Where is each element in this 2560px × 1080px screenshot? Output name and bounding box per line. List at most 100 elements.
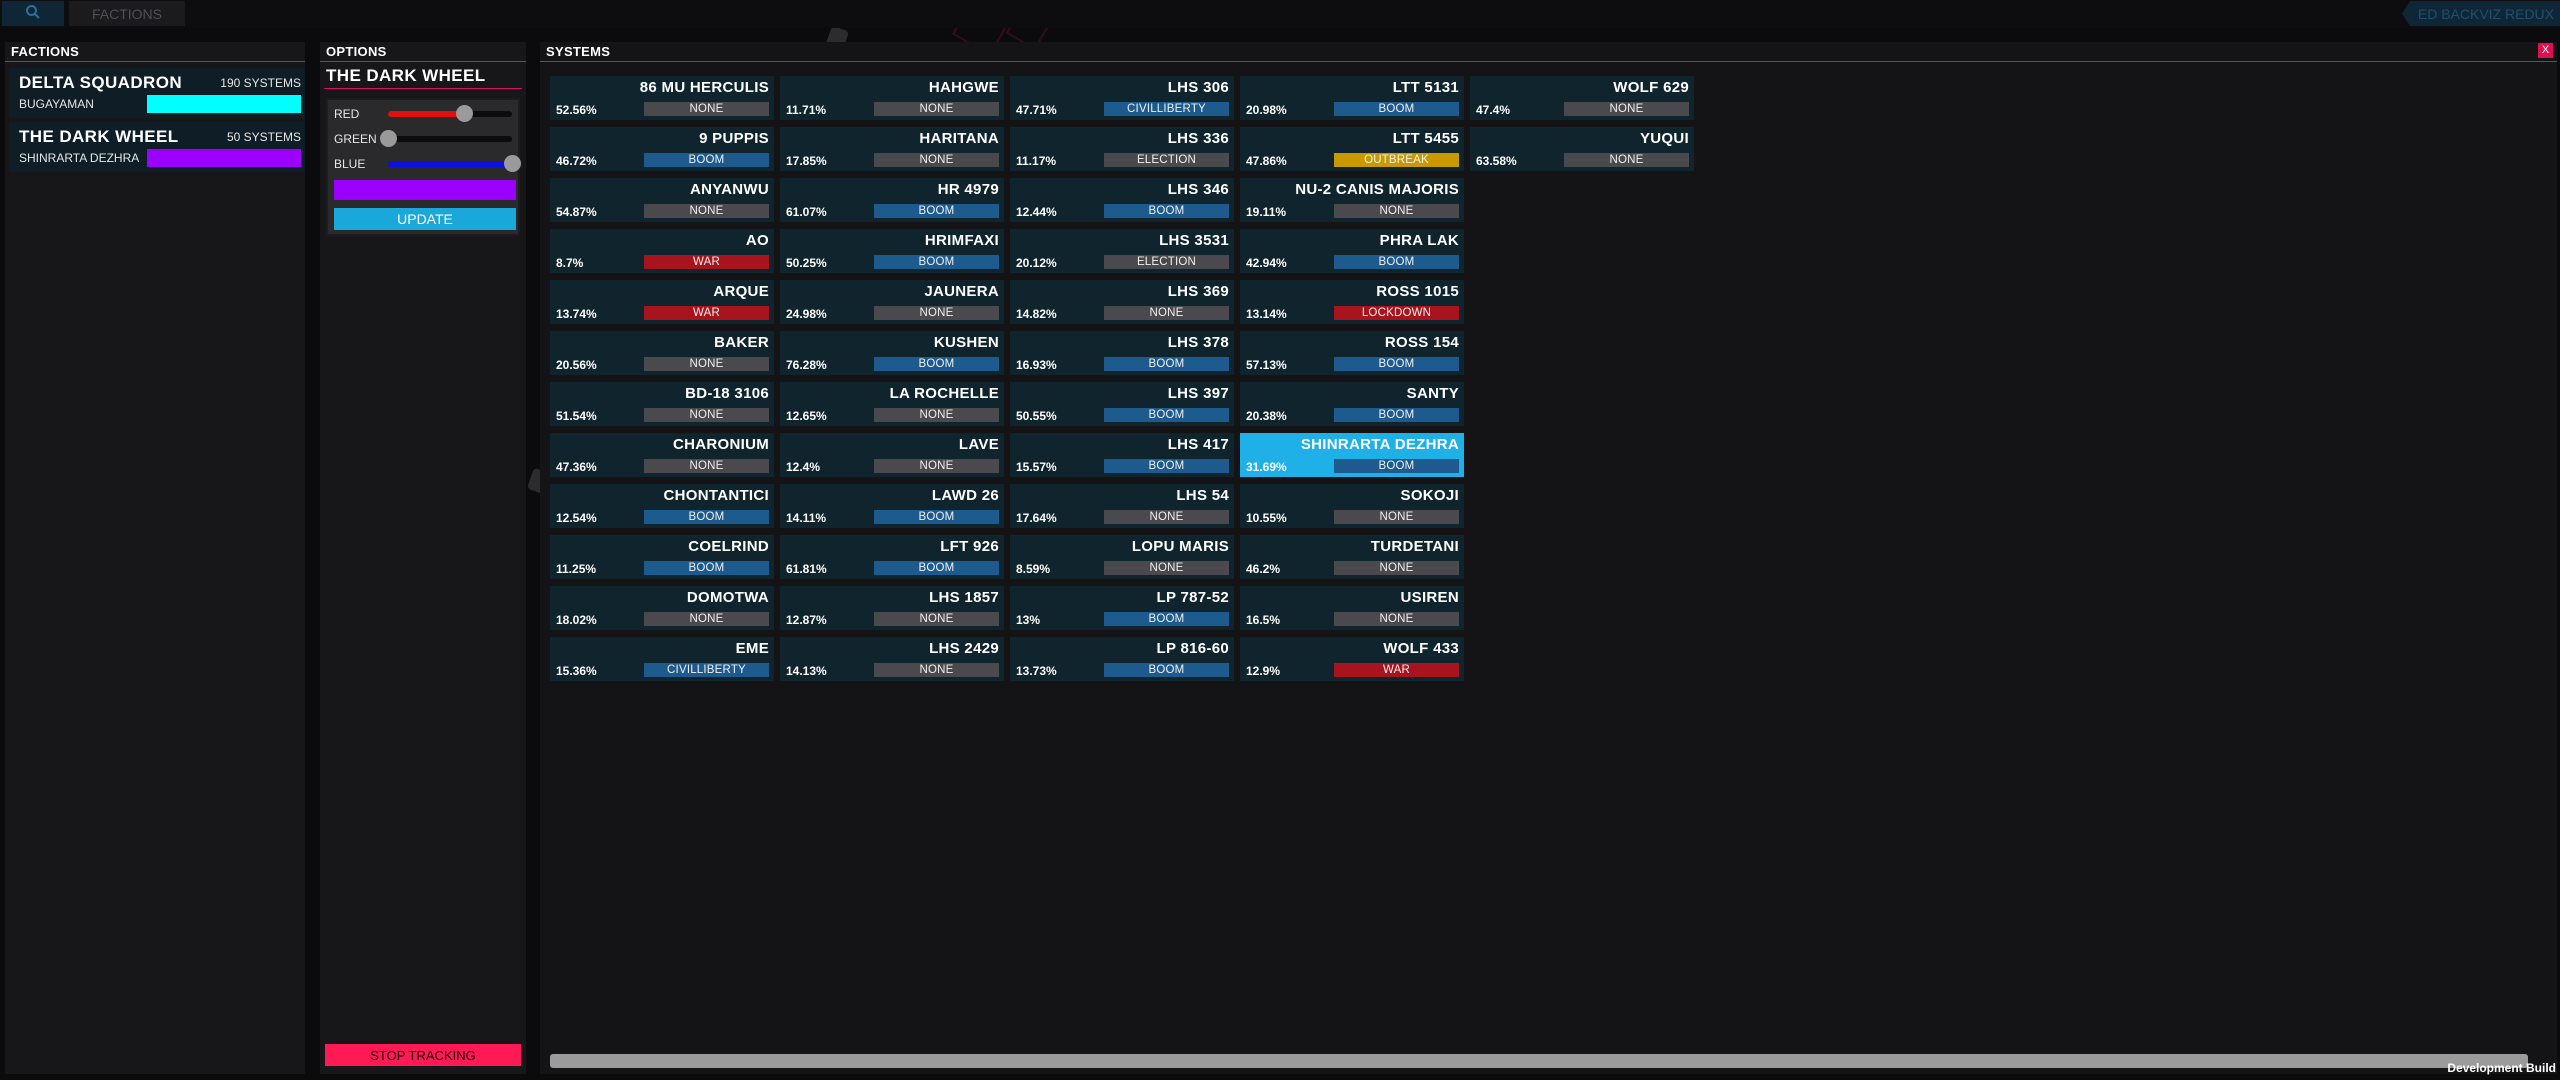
system-tile[interactable]: LHS 369 14.82% NONE <box>1010 280 1234 324</box>
system-state-badge: NONE <box>1334 561 1459 575</box>
system-tile[interactable]: JAUNERA 24.98% NONE <box>780 280 1004 324</box>
system-tile[interactable]: ROSS 1015 13.14% LOCKDOWN <box>1240 280 1464 324</box>
faction-item[interactable]: DELTA SQUADRON 190 SYSTEMS BUGAYAMAN <box>9 68 305 118</box>
system-name: 86 MU HERCULIS <box>639 79 769 96</box>
slider-track[interactable] <box>388 105 512 122</box>
system-tile[interactable]: LA ROCHELLE 12.65% NONE <box>780 382 1004 426</box>
system-tile[interactable]: HAHGWE 11.71% NONE <box>780 76 1004 120</box>
close-button[interactable]: X <box>2538 43 2553 58</box>
system-tile[interactable]: AO 8.7% WAR <box>550 229 774 273</box>
options-panel: OPTIONS THE DARK WHEEL RED GREEN BLUE UP… <box>320 42 526 1074</box>
system-tile[interactable]: ROSS 154 57.13% BOOM <box>1240 331 1464 375</box>
system-state-badge: BOOM <box>1334 102 1459 116</box>
system-tile[interactable]: EME 15.36% CIVILLIBERTY <box>550 637 774 681</box>
system-tile[interactable]: CHONTANTICI 12.54% BOOM <box>550 484 774 528</box>
system-tile[interactable]: NU-2 CANIS MAJORIS 19.11% NONE <box>1240 178 1464 222</box>
red-slider[interactable]: RED <box>334 104 514 124</box>
system-tile[interactable]: ANYANWU 54.87% NONE <box>550 178 774 222</box>
faction-color-swatch <box>147 149 301 167</box>
system-tile[interactable]: LHS 3531 20.12% ELECTION <box>1010 229 1234 273</box>
system-name: USIREN <box>1400 589 1459 606</box>
system-influence: 17.64% <box>1016 511 1057 525</box>
system-tile[interactable]: BD-18 3106 51.54% NONE <box>550 382 774 426</box>
system-tile[interactable]: YUQUI 63.58% NONE <box>1470 127 1694 171</box>
system-tile[interactable]: LFT 926 61.81% BOOM <box>780 535 1004 579</box>
system-state-badge: NONE <box>1564 153 1689 167</box>
system-tile[interactable]: 86 MU HERCULIS 52.56% NONE <box>550 76 774 120</box>
system-tile[interactable]: 9 PUPPIS 46.72% BOOM <box>550 127 774 171</box>
system-tile[interactable]: LHS 1857 12.87% NONE <box>780 586 1004 630</box>
system-tile[interactable]: TURDETANI 46.2% NONE <box>1240 535 1464 579</box>
system-tile[interactable]: LTT 5455 47.86% OUTBREAK <box>1240 127 1464 171</box>
system-tile[interactable]: LHS 306 47.71% CIVILLIBERTY <box>1010 76 1234 120</box>
system-tile[interactable]: DOMOTWA 18.02% NONE <box>550 586 774 630</box>
system-tile[interactable]: LHS 397 50.55% BOOM <box>1010 382 1234 426</box>
system-name: BAKER <box>714 334 769 351</box>
system-influence: 42.94% <box>1246 256 1287 270</box>
slider-handle[interactable] <box>455 105 473 122</box>
system-state-badge: NONE <box>1104 561 1229 575</box>
system-tile[interactable]: KUSHEN 76.28% BOOM <box>780 331 1004 375</box>
system-influence: 61.81% <box>786 562 827 576</box>
system-tile[interactable]: USIREN 16.5% NONE <box>1240 586 1464 630</box>
system-name: CHARONIUM <box>672 436 769 453</box>
slider-label: RED <box>334 107 360 121</box>
system-tile[interactable]: LAVE 12.4% NONE <box>780 433 1004 477</box>
system-tile[interactable]: LHS 336 11.17% ELECTION <box>1010 127 1234 171</box>
system-tile[interactable]: COELRIND 11.25% BOOM <box>550 535 774 579</box>
system-influence: 14.11% <box>786 511 827 525</box>
search-button[interactable] <box>2 1 64 26</box>
system-state-badge: WAR <box>1334 663 1459 677</box>
system-influence: 16.93% <box>1016 358 1057 372</box>
system-tile[interactable]: LOPU MARIS 8.59% NONE <box>1010 535 1234 579</box>
system-influence: 11.17% <box>1016 154 1057 168</box>
system-tile[interactable]: LAWD 26 14.11% BOOM <box>780 484 1004 528</box>
horizontal-scrollbar[interactable] <box>550 1054 2528 1068</box>
system-influence: 52.56% <box>556 103 597 117</box>
slider-track[interactable] <box>388 155 521 172</box>
slider-handle[interactable] <box>504 155 521 172</box>
green-slider[interactable]: GREEN <box>334 129 514 149</box>
system-tile[interactable]: HR 4979 61.07% BOOM <box>780 178 1004 222</box>
system-tile[interactable]: LHS 417 15.57% BOOM <box>1010 433 1234 477</box>
system-tile[interactable]: SOKOJI 10.55% NONE <box>1240 484 1464 528</box>
faction-item[interactable]: THE DARK WHEEL 50 SYSTEMS SHINRARTA DEZH… <box>9 122 305 172</box>
blue-slider[interactable]: BLUE <box>334 154 521 174</box>
system-tile[interactable]: LHS 2429 14.13% NONE <box>780 637 1004 681</box>
system-state-badge: NONE <box>644 357 769 371</box>
faction-name: THE DARK WHEEL <box>19 127 179 146</box>
system-tile[interactable]: HRIMFAXI 50.25% BOOM <box>780 229 1004 273</box>
stop-tracking-button[interactable]: STOP TRACKING <box>325 1044 521 1066</box>
factions-tab[interactable]: FACTIONS <box>69 1 185 26</box>
system-influence: 13.14% <box>1246 307 1287 321</box>
system-tile[interactable]: BAKER 20.56% NONE <box>550 331 774 375</box>
slider-handle[interactable] <box>380 130 397 147</box>
system-tile[interactable]: SHINRARTA DEZHRA 31.69% BOOM <box>1240 433 1464 477</box>
system-tile[interactable]: ARQUE 13.74% WAR <box>550 280 774 324</box>
system-tile[interactable]: LHS 54 17.64% NONE <box>1010 484 1234 528</box>
system-influence: 18.02% <box>556 613 597 627</box>
system-state-badge: NONE <box>874 663 999 677</box>
system-tile[interactable]: SANTY 20.38% BOOM <box>1240 382 1464 426</box>
system-tile[interactable]: PHRA LAK 42.94% BOOM <box>1240 229 1464 273</box>
system-state-badge: NONE <box>644 204 769 218</box>
system-tile[interactable]: WOLF 433 12.9% WAR <box>1240 637 1464 681</box>
system-influence: 15.57% <box>1016 460 1057 474</box>
system-tile[interactable]: WOLF 629 47.4% NONE <box>1470 76 1694 120</box>
system-name: YUQUI <box>1639 130 1689 147</box>
system-state-badge: NONE <box>874 153 999 167</box>
system-tile[interactable]: LHS 346 12.44% BOOM <box>1010 178 1234 222</box>
system-tile[interactable]: CHARONIUM 47.36% NONE <box>550 433 774 477</box>
system-influence: 47.86% <box>1246 154 1287 168</box>
system-tile[interactable]: LTT 5131 20.98% BOOM <box>1240 76 1464 120</box>
faction-system-count: 190 SYSTEMS <box>220 76 301 90</box>
system-tile[interactable]: LHS 378 16.93% BOOM <box>1010 331 1234 375</box>
system-name: 9 PUPPIS <box>699 130 769 147</box>
system-state-badge: NONE <box>874 408 999 422</box>
system-tile[interactable]: LP 816-60 13.73% BOOM <box>1010 637 1234 681</box>
update-button[interactable]: UPDATE <box>334 208 516 230</box>
system-tile[interactable]: LP 787-52 13% BOOM <box>1010 586 1234 630</box>
system-influence: 76.28% <box>786 358 827 372</box>
slider-track[interactable] <box>380 130 512 147</box>
system-tile[interactable]: HARITANA 17.85% NONE <box>780 127 1004 171</box>
